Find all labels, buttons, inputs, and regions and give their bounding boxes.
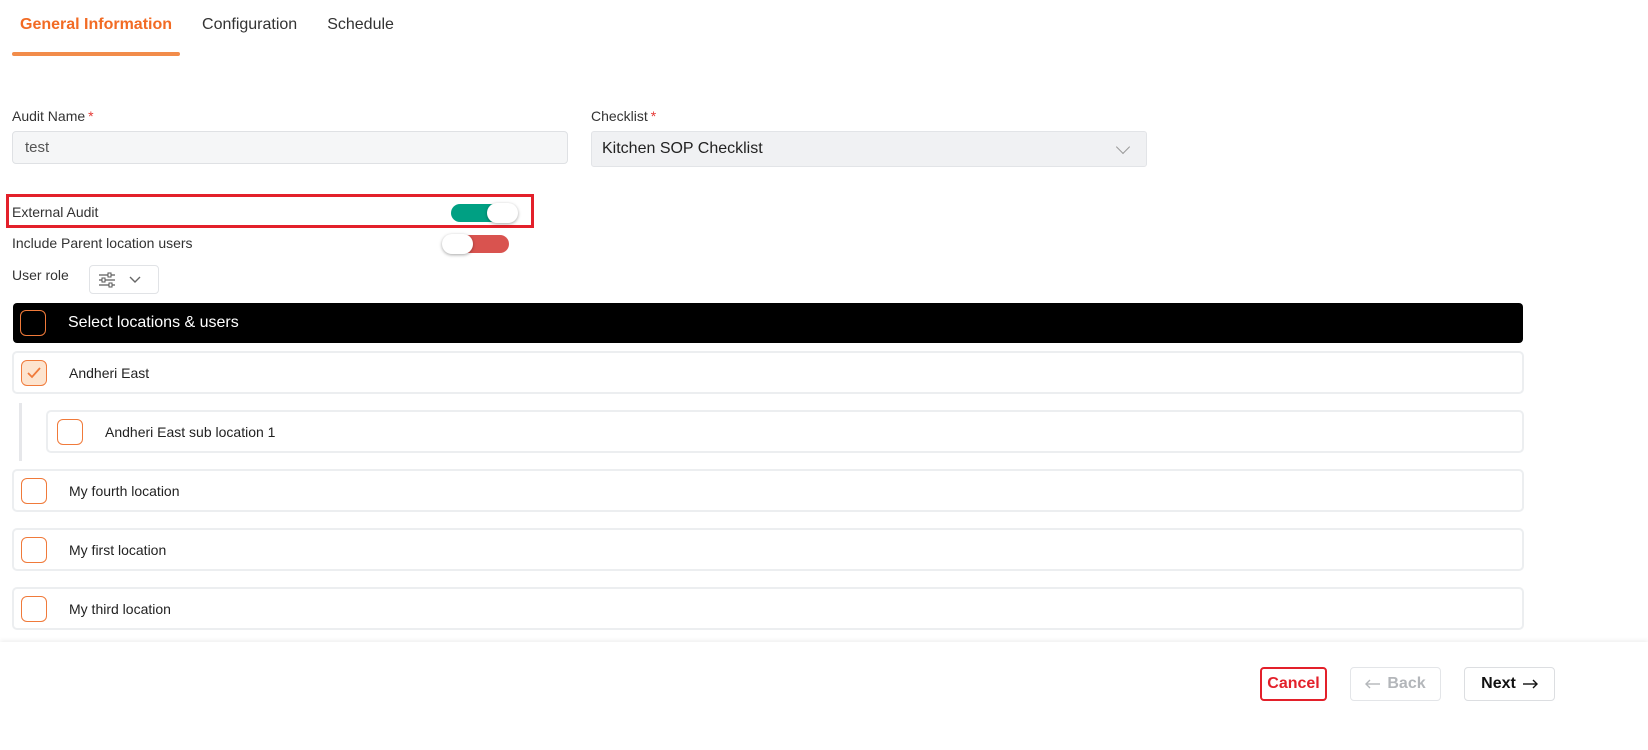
location-name: Andheri East sub location 1 — [105, 423, 276, 440]
user-role-label: User role — [12, 267, 69, 283]
footer-bar: Cancel Back Next — [0, 642, 1648, 750]
back-button-label: Back — [1387, 675, 1426, 692]
locations-header: Select locations & users — [13, 303, 1523, 343]
location-row-my-third-location[interactable]: My third location — [12, 587, 1524, 630]
toggle-knob — [487, 203, 518, 223]
external-audit-label: External Audit — [12, 204, 99, 220]
location-checkbox[interactable] — [21, 595, 47, 622]
location-checkbox[interactable] — [21, 359, 47, 386]
location-row-andheri-east-sub-1[interactable]: Andheri East sub location 1 — [46, 410, 1524, 453]
back-button[interactable]: Back — [1350, 667, 1441, 701]
location-checkbox[interactable] — [21, 536, 47, 563]
toggle-knob — [442, 234, 473, 254]
tab-schedule[interactable]: Schedule — [319, 0, 402, 56]
audit-name-label: Audit Name * — [12, 108, 94, 124]
location-row-my-fourth-location[interactable]: My fourth location — [12, 469, 1524, 512]
chevron-down-icon — [1115, 139, 1131, 155]
location-name: My first location — [69, 541, 167, 558]
user-role-filter[interactable] — [89, 265, 159, 294]
checklist-label: Checklist * — [591, 108, 657, 124]
location-name: My fourth location — [69, 482, 180, 499]
checkmark-icon — [27, 366, 41, 378]
arrow-right-icon — [1522, 679, 1538, 689]
next-button-label: Next — [1481, 675, 1516, 692]
location-checkbox[interactable] — [21, 477, 47, 504]
include-parent-label: Include Parent location users — [12, 235, 193, 251]
next-button[interactable]: Next — [1464, 667, 1555, 701]
select-all-checkbox[interactable] — [20, 310, 46, 336]
tab-general-information[interactable]: General Information — [12, 0, 181, 56]
include-parent-toggle[interactable] — [442, 234, 509, 254]
arrow-left-icon — [1365, 679, 1381, 689]
location-checkbox[interactable] — [57, 418, 83, 445]
locations-header-title: Select locations & users — [68, 314, 239, 331]
tab-bar: General Information Configuration Schedu… — [12, 0, 416, 56]
tab-configuration[interactable]: Configuration — [194, 0, 305, 56]
sub-location-connector — [19, 403, 22, 461]
checklist-select[interactable]: Kitchen SOP Checklist — [591, 131, 1147, 167]
external-audit-toggle[interactable] — [451, 203, 518, 223]
filter-sliders-icon — [99, 272, 115, 287]
chevron-down-icon — [129, 276, 141, 283]
audit-name-input[interactable]: test — [12, 131, 568, 164]
cancel-button[interactable]: Cancel — [1260, 667, 1327, 701]
location-name: Andheri East — [69, 364, 150, 381]
location-name: My third location — [69, 600, 171, 617]
location-row-andheri-east[interactable]: Andheri East — [12, 351, 1524, 394]
location-row-my-first-location[interactable]: My first location — [12, 528, 1524, 571]
